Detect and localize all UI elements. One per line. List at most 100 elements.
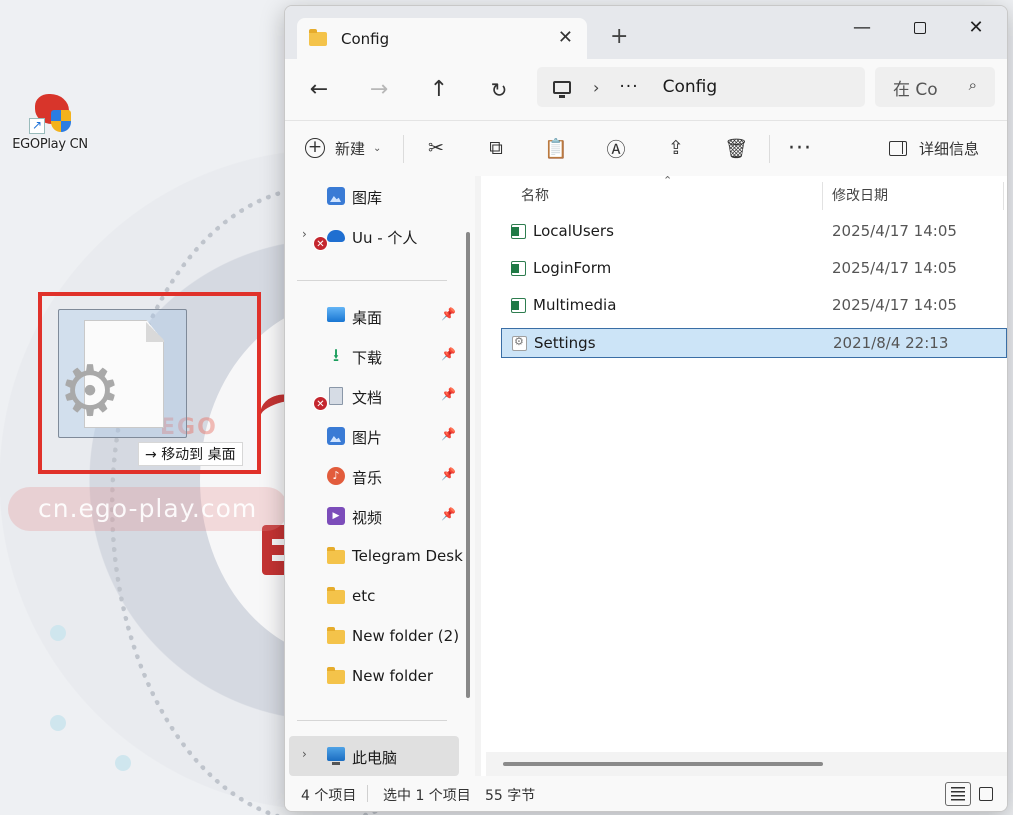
nav-scrollbar[interactable] bbox=[466, 232, 470, 698]
nav-item-music[interactable]: ♪ 音乐 📌 bbox=[285, 456, 461, 496]
search-icon[interactable]: ⌕ bbox=[969, 76, 977, 94]
sync-error-icon: ✕ bbox=[313, 396, 328, 411]
nav-item-videos[interactable]: ▶ 视频 📌 bbox=[285, 496, 461, 536]
file-row-settings[interactable]: Settings 2021/8/4 22:13 bbox=[501, 328, 1007, 358]
download-icon: ⭳ bbox=[332, 345, 340, 366]
new-tab-button[interactable]: + bbox=[610, 24, 628, 49]
uac-shield-icon bbox=[51, 110, 71, 132]
nav-item-downloads[interactable]: ⭳ 下载 📌 bbox=[285, 336, 461, 376]
details-view-button[interactable] bbox=[945, 782, 971, 806]
cut-button[interactable]: ✂ bbox=[419, 131, 453, 165]
nav-item-new-folder[interactable]: New folder bbox=[285, 656, 461, 696]
copy-button[interactable]: ⧉ bbox=[479, 131, 513, 165]
breadcrumb-separator[interactable]: › bbox=[593, 78, 599, 97]
pin-icon[interactable]: 📌 bbox=[441, 467, 456, 481]
up-button[interactable]: ↑ bbox=[421, 73, 457, 107]
column-header-date-modified[interactable]: 修改日期 bbox=[832, 176, 888, 216]
details-pane-button[interactable]: 详细信息 bbox=[889, 131, 979, 165]
tab-close-icon[interactable]: ✕ bbox=[558, 27, 573, 48]
file-row-loginform[interactable]: LoginForm 2025/4/17 14:05 bbox=[501, 254, 1007, 284]
tiles-view-button[interactable] bbox=[973, 782, 999, 806]
search-placeholder: 在 Co bbox=[893, 79, 938, 100]
nav-item-label: Uu - 个人 bbox=[352, 229, 418, 247]
maximize-button[interactable] bbox=[897, 10, 943, 46]
nav-item-label: 视频 bbox=[352, 509, 383, 527]
nav-item-label: 图片 bbox=[352, 429, 383, 447]
share-button[interactable]: ⇪ bbox=[659, 131, 693, 165]
column-header-name[interactable]: 名称 bbox=[521, 176, 549, 216]
shortcut-arrow-icon: ↗ bbox=[29, 118, 45, 134]
pin-icon[interactable]: 📌 bbox=[441, 347, 456, 361]
gear-icon: ⚙ bbox=[58, 350, 122, 432]
onedrive-icon bbox=[327, 230, 345, 242]
file-name: LocalUsers bbox=[533, 222, 614, 240]
refresh-button[interactable]: ↻ bbox=[481, 73, 517, 107]
expand-chevron-icon[interactable]: › bbox=[302, 747, 307, 761]
horizontal-scrollbar[interactable] bbox=[503, 762, 823, 766]
delete-button[interactable]: 🗑 bbox=[719, 131, 753, 165]
more-options-button[interactable]: ··· bbox=[783, 131, 817, 165]
pin-icon[interactable]: 📌 bbox=[441, 307, 456, 321]
toolbar-divider bbox=[769, 135, 770, 163]
nav-item-pictures[interactable]: 图片 📌 bbox=[285, 416, 461, 456]
video-icon: ▶ bbox=[327, 507, 345, 525]
nav-item-label: New folder bbox=[352, 667, 434, 685]
forward-button[interactable]: → bbox=[361, 73, 397, 107]
nav-item-desktop[interactable]: 桌面 📌 bbox=[285, 296, 461, 336]
nav-item-onedrive[interactable]: › ✕ Uu - 个人 bbox=[285, 216, 461, 256]
pictures-icon bbox=[327, 427, 345, 445]
tab-config[interactable]: Config ✕ bbox=[297, 18, 587, 59]
breadcrumb-current[interactable]: Config bbox=[663, 77, 718, 97]
column-divider[interactable] bbox=[1003, 182, 1004, 210]
expand-chevron-icon[interactable]: › bbox=[302, 227, 307, 241]
sync-error-icon: ✕ bbox=[313, 236, 328, 251]
breadcrumb[interactable]: › ··· Config bbox=[537, 67, 865, 107]
status-divider bbox=[367, 785, 368, 802]
move-target-label: 桌面 bbox=[207, 447, 236, 463]
excel-file-icon bbox=[511, 298, 526, 313]
address-toolbar: ← → ↑ ↻ › ··· Config 在 Co ⌕ bbox=[285, 59, 1007, 120]
nav-item-this-pc[interactable]: › 此电脑 bbox=[289, 736, 459, 776]
this-pc-icon[interactable] bbox=[553, 80, 571, 98]
back-button[interactable]: ← bbox=[301, 73, 337, 107]
egoplay-app-icon: ↗ bbox=[29, 90, 71, 134]
nav-item-documents[interactable]: ✕ 文档 📌 bbox=[285, 376, 461, 416]
music-icon: ♪ bbox=[327, 467, 345, 485]
paste-button[interactable]: 📋 bbox=[539, 131, 573, 165]
column-divider[interactable] bbox=[822, 182, 823, 210]
background-dot bbox=[115, 755, 131, 771]
file-row-localusers[interactable]: LocalUsers 2025/4/17 14:05 bbox=[501, 217, 1007, 247]
move-arrow-icon: → bbox=[145, 447, 157, 463]
nav-item-label: etc bbox=[352, 587, 376, 605]
breadcrumb-overflow[interactable]: ··· bbox=[619, 77, 638, 97]
nav-item-label: 桌面 bbox=[352, 309, 383, 327]
title-bar[interactable]: Config ✕ + — ✕ bbox=[285, 6, 1007, 59]
move-action-label: 移动到 bbox=[161, 447, 204, 463]
nav-divider bbox=[297, 720, 447, 721]
file-name: LoginForm bbox=[533, 259, 612, 277]
pin-icon[interactable]: 📌 bbox=[441, 427, 456, 441]
tab-title: Config bbox=[341, 29, 390, 48]
gallery-icon bbox=[327, 187, 345, 205]
rename-button[interactable]: Ⓐ bbox=[599, 131, 633, 165]
desktop-shortcut-egoplay[interactable]: ↗ EGOPlay CN bbox=[4, 90, 96, 152]
nav-item-telegram-desktop[interactable]: Telegram Desk bbox=[285, 536, 463, 576]
nav-item-etc[interactable]: etc bbox=[285, 576, 461, 616]
close-button[interactable]: ✕ bbox=[953, 10, 999, 46]
minimize-button[interactable]: — bbox=[839, 10, 885, 46]
file-row-multimedia[interactable]: Multimedia 2025/4/17 14:05 bbox=[501, 291, 1007, 321]
command-bar: + 新建 ⌄ ✂ ⧉ 📋 Ⓐ ⇪ 🗑 ··· 详细信息 bbox=[285, 120, 1007, 176]
selection-count: 选中 1 个项目 bbox=[383, 788, 471, 804]
nav-item-new-folder-2[interactable]: New folder (2) bbox=[285, 616, 461, 656]
folder-icon bbox=[327, 587, 345, 604]
pin-icon[interactable]: 📌 bbox=[441, 387, 456, 401]
search-input[interactable]: 在 Co ⌕ bbox=[875, 67, 995, 107]
nav-item-label: 下载 bbox=[352, 349, 383, 367]
item-count: 4 个项目 bbox=[301, 788, 357, 804]
new-button[interactable]: + 新建 ⌄ bbox=[305, 131, 381, 165]
file-explorer-window: Config ✕ + — ✕ ← → ↑ ↻ › ··· Config 在 Co… bbox=[284, 5, 1008, 812]
nav-item-gallery[interactable]: 图库 bbox=[285, 176, 461, 216]
pin-icon[interactable]: 📌 bbox=[441, 507, 456, 521]
file-date: 2025/4/17 14:05 bbox=[832, 296, 957, 314]
folder-icon bbox=[327, 667, 345, 684]
